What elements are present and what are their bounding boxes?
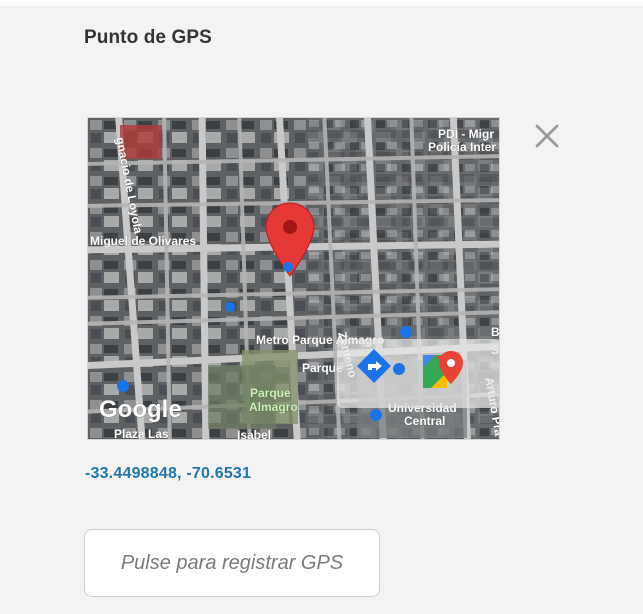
close-icon bbox=[535, 124, 559, 148]
plaza-label: Plaza Las bbox=[114, 427, 169, 440]
street-label-1: Miguel de Olivares bbox=[90, 234, 196, 248]
park-label-3: Parque bbox=[250, 386, 291, 400]
map-preview[interactable]: Miguel de Olivares Zenteno gnacio de Loy… bbox=[87, 117, 500, 440]
gps-point-screen: Punto de GPS Miguel de Olivares gnacio d… bbox=[0, 0, 643, 614]
university-label-2: Central bbox=[404, 414, 445, 428]
register-gps-button[interactable]: Pulse para registrar GPS bbox=[84, 529, 380, 597]
street-label-5: Isabel bbox=[237, 428, 271, 440]
park-label-4: Almagro bbox=[249, 400, 298, 414]
google-logo: Google bbox=[99, 396, 182, 424]
station-label-1: PDI - Migr bbox=[438, 127, 494, 141]
gps-coordinates: -33.4498848, -70.6531 bbox=[85, 465, 252, 482]
top-divider bbox=[0, 0, 643, 6]
park-label-2: Parque bbox=[302, 361, 343, 375]
satellite-map: Miguel de Olivares Zenteno gnacio de Loy… bbox=[88, 118, 500, 440]
close-button[interactable] bbox=[529, 118, 565, 154]
svg-text:Google: Google bbox=[99, 396, 182, 423]
page-title: Punto de GPS bbox=[84, 27, 212, 48]
station-label-2: Policía Inter bbox=[428, 140, 496, 154]
map-actions-panel bbox=[337, 339, 499, 408]
map-fragment-label-1: B bbox=[491, 325, 500, 339]
